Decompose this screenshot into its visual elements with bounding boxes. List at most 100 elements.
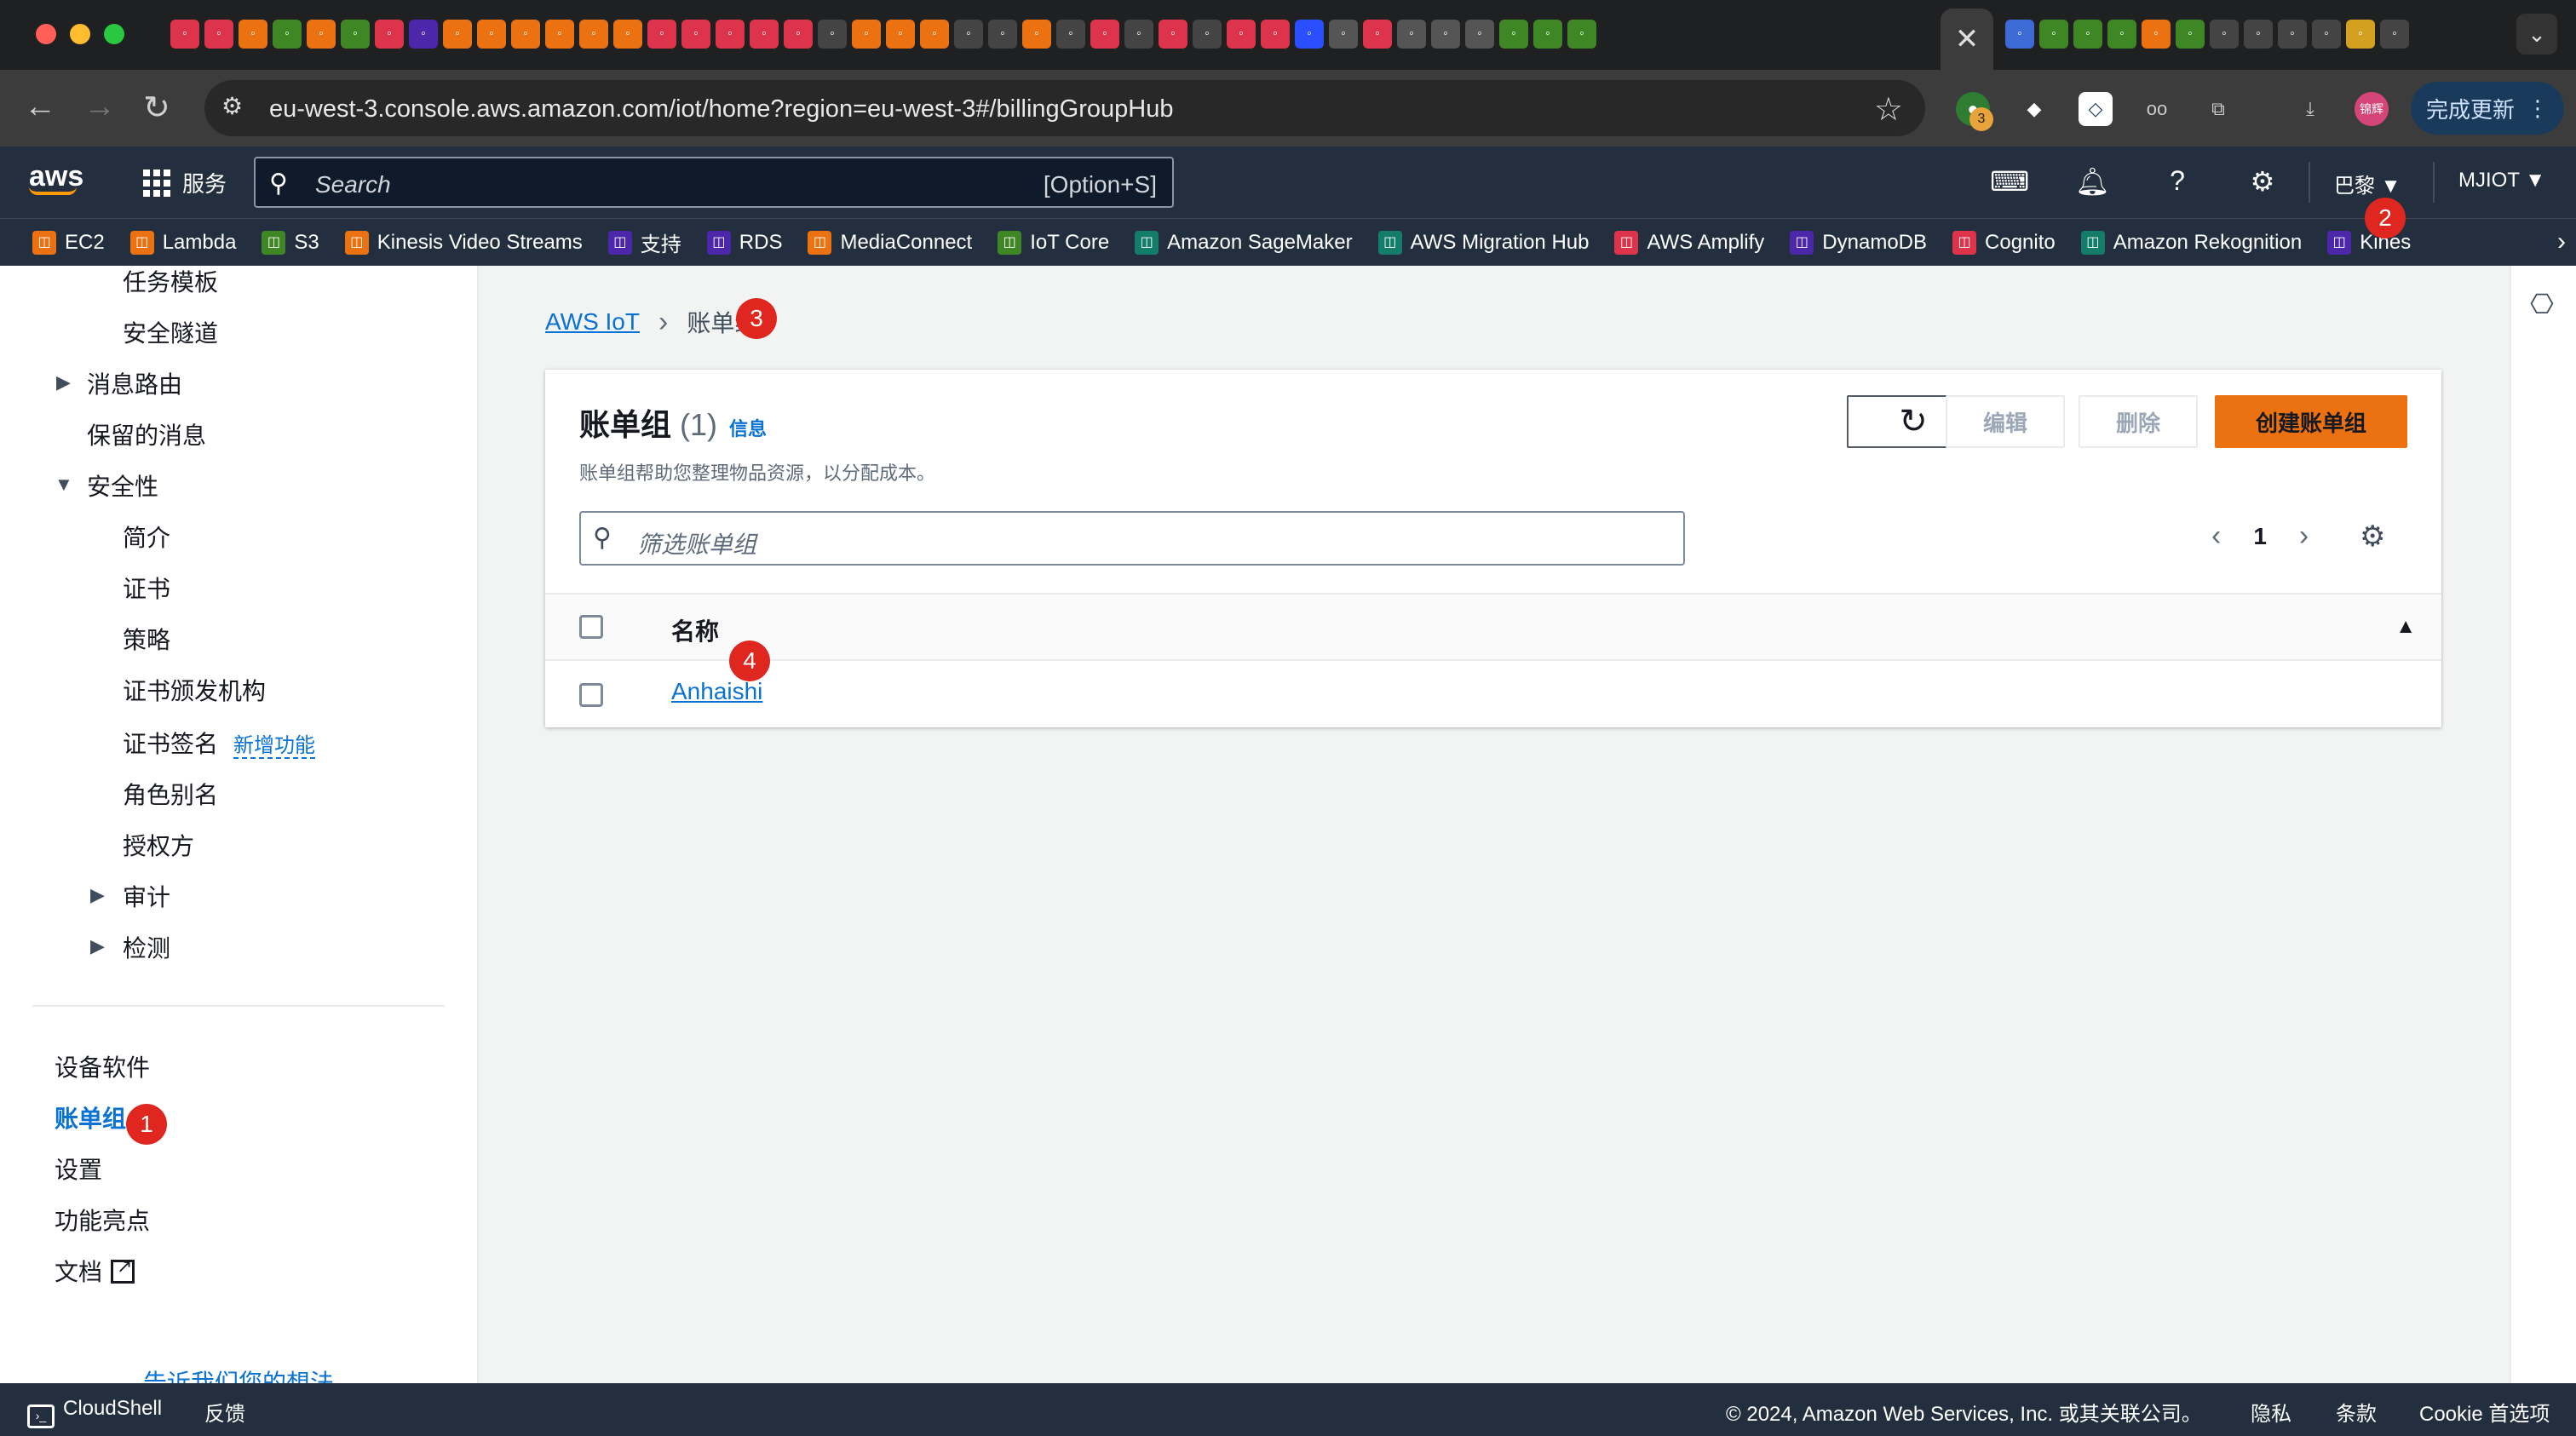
table-settings-gear-icon[interactable]: ⚙ [2360,520,2385,554]
cloudshell-icon[interactable]: ⌨ [1990,165,2029,199]
active-tab-close-icon[interactable]: ✕ [1941,9,1993,70]
pinned-tab-favicon-icon[interactable]: ◦ [443,20,472,49]
favorite-item[interactable]: ◫ Kines [2327,230,2411,255]
pinned-tab-favicon-icon[interactable]: ◦ [647,20,676,49]
favorite-item[interactable]: ◫ RDS [706,230,782,255]
favorite-item[interactable]: ◫ AWS Migration Hub [1377,230,1589,255]
notifications-bell-icon[interactable]: 🔔︎ [2075,165,2110,199]
pinned-tab-favicon-icon[interactable]: ◦ [2244,20,2273,49]
favorite-item[interactable]: ◫ EC2 [32,230,105,255]
back-arrow-icon[interactable]: ← [24,89,56,125]
pinned-tab-favicon-icon[interactable]: ◦ [1193,20,1222,49]
caret-right-icon[interactable]: ▶ [90,935,105,957]
info-panel-icon[interactable]: ⎔ [2530,288,2554,320]
help-icon[interactable]: ? [2160,165,2194,199]
pinned-tab-favicon-icon[interactable]: ◦ [2005,20,2034,49]
pinned-tab-favicon-icon[interactable]: ◦ [1567,20,1596,49]
nav-item-policies[interactable]: 策略 [123,622,170,656]
reload-icon[interactable]: ↻ [143,89,170,127]
pinned-tab-favicon-icon[interactable]: ◦ [886,20,915,49]
region-selector[interactable]: 巴黎 ▼ [2334,169,2401,198]
window-zoom-button[interactable] [104,24,124,44]
pinned-tab-favicon-icon[interactable]: ◦ [2278,20,2307,49]
favorite-item[interactable]: ◫ AWS Amplify [1614,230,1764,255]
nav-item-job-templates[interactable]: 任务模板 [123,266,218,298]
pinned-tab-favicon-icon[interactable]: ◦ [375,20,404,49]
pinned-tab-favicon-icon[interactable]: ◦ [1533,20,1562,49]
pinned-tab-favicon-icon[interactable]: ◦ [784,20,813,49]
pinned-tab-favicon-icon[interactable]: ◦ [1499,20,1528,49]
privacy-link[interactable]: 隐私 [2251,1397,2291,1427]
favorite-item[interactable]: ◫ S3 [262,230,319,255]
nav-item-settings[interactable]: 设置 [55,1152,102,1186]
pinned-tab-favicon-icon[interactable]: ◦ [409,20,438,49]
update-button[interactable]: 完成更新 ⋮ [2411,82,2564,135]
info-link[interactable]: 信息 [729,418,767,439]
pinned-tab-favicon-icon[interactable]: ◦ [716,20,745,49]
edit-button[interactable]: 编辑 [1946,395,2065,448]
pinned-tab-favicon-icon[interactable]: ◦ [818,20,847,49]
pinned-tab-favicon-icon[interactable]: ◦ [681,20,710,49]
shield-extension-icon[interactable]: ◇ [2079,92,2113,126]
pinned-tab-favicon-icon[interactable]: ◦ [239,20,267,49]
pinned-tab-favicon-icon[interactable]: ◦ [341,20,370,49]
favorite-item[interactable]: ◫ IoT Core [998,230,1109,255]
nav-item-feedback[interactable]: 告诉我们您的想法 [143,1364,334,1383]
pinned-tab-favicon-icon[interactable]: ◦ [1124,20,1153,49]
pinned-tab-favicon-icon[interactable]: ◦ [2176,20,2205,49]
search-input[interactable]: ⚲ Search [Option+S] [254,157,1174,208]
window-minimize-button[interactable] [70,24,90,44]
pinned-tab-favicon-icon[interactable]: ◦ [511,20,540,49]
settings-gear-icon[interactable]: ⚙ [2245,165,2280,199]
pinned-tab-favicon-icon[interactable]: ◦ [2142,20,2171,49]
pinned-tab-favicon-icon[interactable]: ◦ [204,20,233,49]
caret-right-icon[interactable]: ▶ [90,884,105,906]
pinned-tab-favicon-icon[interactable]: ◦ [2380,20,2409,49]
cookie-preferences-link[interactable]: Cookie 首选项 [2419,1397,2550,1427]
download-icon[interactable]: ⤓ [2293,92,2327,126]
nav-item-security[interactable]: 安全性 [87,468,158,503]
pinned-tab-favicon-icon[interactable]: ◦ [1261,20,1290,49]
nav-item-certificates[interactable]: 证书 [123,571,170,605]
nav-item-billing-groups[interactable]: 账单组 [55,1100,126,1134]
favorite-item[interactable]: ◫ Kinesis Video Streams [344,230,583,255]
pinned-tab-favicon-icon[interactable]: ◦ [613,20,642,49]
pinned-tab-favicon-icon[interactable]: ◦ [1295,20,1324,49]
chevron-right-icon[interactable]: › [2550,227,2566,256]
nav-item-device-software[interactable]: 设备软件 [55,1049,150,1083]
nav-item-certificate-signing[interactable]: 证书签名 新增功能 [123,726,316,760]
pinned-tab-favicon-icon[interactable]: ◦ [2039,20,2068,49]
pinned-tab-favicon-icon[interactable]: ◦ [545,20,574,49]
forward-arrow-icon[interactable]: → [83,89,116,125]
pinned-tab-favicon-icon[interactable]: ◦ [477,20,506,49]
pinned-tab-favicon-icon[interactable]: ◦ [1397,20,1426,49]
nav-item-role-aliases[interactable]: 角色别名 [123,777,218,811]
row-checkbox[interactable] [579,683,603,707]
terms-link[interactable]: 条款 [2336,1397,2377,1427]
chevron-right-icon[interactable]: › [2299,520,2309,553]
pinned-tab-favicon-icon[interactable]: ◦ [1431,20,1460,49]
pinned-tab-favicon-icon[interactable]: ◦ [2312,20,2341,49]
pinned-tab-favicon-icon[interactable]: ◦ [2210,20,2239,49]
caret-down-icon[interactable]: ▼ [55,474,73,496]
pinned-tab-favicon-icon[interactable]: ◦ [852,20,881,49]
window-close-button[interactable] [36,24,56,44]
pinned-tab-favicon-icon[interactable]: ◦ [1159,20,1187,49]
create-billing-group-button[interactable]: 创建账单组 [2215,395,2407,448]
nav-item-documentation[interactable]: 文档 [55,1254,135,1288]
aws-logo[interactable]: aws [29,160,83,195]
nav-item-detect[interactable]: 检测 [123,930,170,964]
puzzle-icon[interactable]: ⧉ [2201,92,2235,126]
feedback-link[interactable]: 反馈 [204,1397,245,1427]
delete-button[interactable]: 删除 [2079,395,2198,448]
nav-item-audit[interactable]: 审计 [123,879,170,913]
bookmark-star-icon[interactable]: ☆ [1874,90,1903,129]
select-all-checkbox[interactable] [579,615,603,639]
pinned-tab-favicon-icon[interactable]: ◦ [750,20,779,49]
favorite-item[interactable]: ◫ Cognito [1952,230,2056,255]
favorite-item[interactable]: ◫ MediaConnect [808,230,972,255]
pinned-tab-favicon-icon[interactable]: ◦ [170,20,199,49]
site-info-icon[interactable]: ⚙ [221,92,254,124]
pinned-tab-favicon-icon[interactable]: ◦ [2346,20,2375,49]
glasses-extension-icon[interactable]: oo [2140,92,2174,126]
